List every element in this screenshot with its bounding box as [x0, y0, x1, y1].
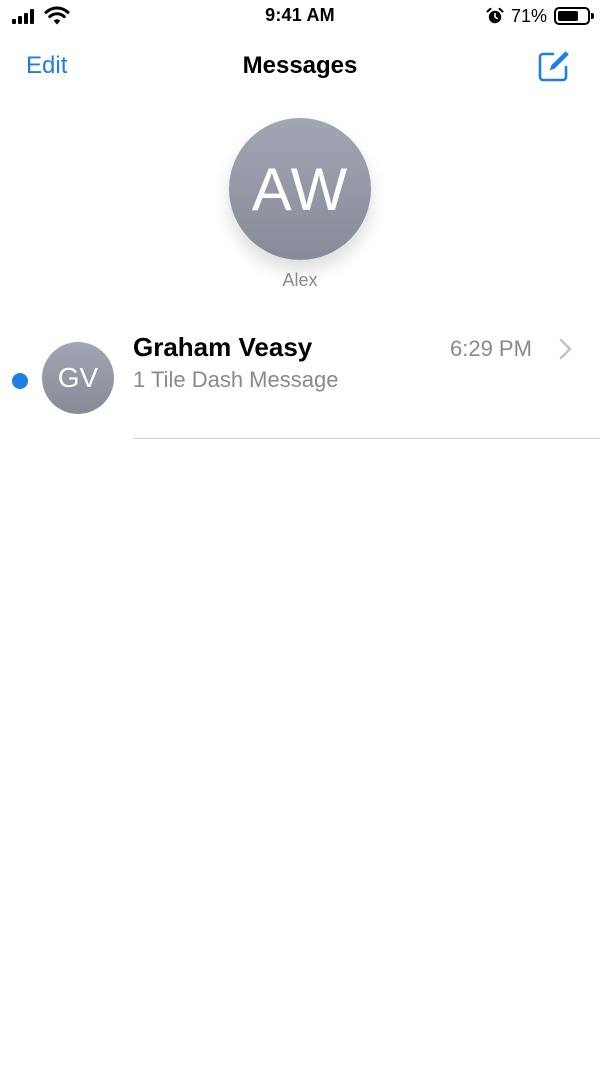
pinned-contact-name: Alex — [282, 270, 318, 290]
message-time: 6:29 PM — [450, 336, 532, 361]
chevron-right-icon — [559, 338, 572, 360]
message-preview: 1 Tile Dash Message — [133, 367, 339, 392]
battery-level-fill — [558, 11, 578, 21]
pinned-contact[interactable]: AW Alex — [229, 118, 371, 290]
battery-icon — [554, 7, 594, 25]
status-bar: 9:41 AM 71% — [0, 0, 600, 34]
row-separator — [133, 438, 600, 439]
status-time: 9:41 AM — [265, 5, 335, 25]
unread-indicator — [12, 373, 28, 389]
alarm-icon — [486, 7, 504, 24]
conversation-row[interactable]: GV Graham Veasy 6:29 PM 1 Tile Dash Mess… — [0, 322, 600, 439]
compose-icon[interactable] — [536, 48, 572, 84]
page-title: Messages — [242, 52, 358, 79]
battery-percentage: 71% — [511, 6, 548, 26]
battery-cap — [591, 13, 594, 19]
contact-name: Graham Veasy — [133, 332, 313, 362]
pinned-avatar: AW — [229, 118, 371, 260]
navigation-bar: Edit Messages — [0, 40, 600, 96]
avatar: GV — [42, 342, 114, 414]
